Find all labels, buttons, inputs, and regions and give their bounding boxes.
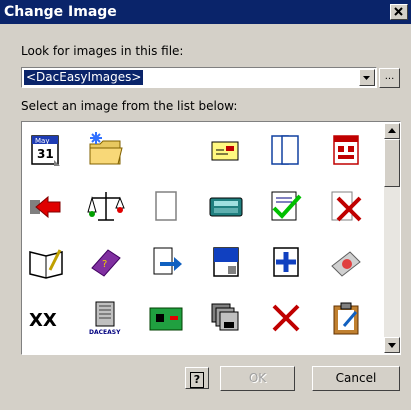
xx-text-icon[interactable]: XX [26,298,66,338]
ok-label: OK [248,371,267,385]
chevron-down-icon [363,76,370,80]
image-list[interactable]: May 31 ? XX DACEASY [21,121,401,355]
source-label: Look for images in this file: [21,44,184,58]
image-file-dropdown[interactable]: <DacEasyImages> [21,67,377,88]
blank-page-icon[interactable] [146,186,186,226]
empty-slot [146,130,186,170]
ok-button[interactable]: OK [220,366,295,391]
close-button[interactable] [390,4,408,20]
dropdown-arrow-button[interactable] [359,69,375,86]
help-icon: ? [190,372,204,388]
browse-button[interactable]: ... [379,68,400,88]
scroll-up-button[interactable] [384,123,400,139]
pages-icon[interactable] [266,130,306,170]
book-purple-icon[interactable]: ? [86,242,126,282]
browse-label: ... [384,71,395,82]
stamp-icon[interactable] [326,242,366,282]
window-title: Change Image [4,4,117,20]
cancel-doc-icon[interactable] [326,186,366,226]
calendar-day: 31 [37,147,54,161]
close-icon [394,7,403,16]
svg-text:?: ? [102,259,107,270]
chevron-down-icon [388,343,396,348]
image-file-value: <DacEasyImages> [24,70,144,85]
checkmark-doc-icon[interactable] [266,186,306,226]
open-book-icon[interactable] [26,242,66,282]
red-x-icon[interactable] [266,298,306,338]
arrow-red-icon[interactable] [26,186,66,226]
calendar-red-icon[interactable] [326,130,366,170]
scales-icon[interactable] [86,186,126,226]
calendar-icon[interactable]: May 31 [26,130,66,170]
scroll-down-button[interactable] [384,337,400,353]
doc-blue-icon[interactable] [206,242,246,282]
keyboard-icon[interactable] [206,186,246,226]
image-grid: May 31 ? XX DACEASY [22,122,382,354]
list-label: Select an image from the list below: [21,99,238,113]
vertical-scrollbar[interactable] [384,123,400,353]
stacked-disks-icon[interactable] [206,298,246,338]
cancel-button[interactable]: Cancel [312,366,400,391]
chevron-up-icon [388,128,396,133]
folder-icon[interactable] [86,130,126,170]
scroll-thumb[interactable] [384,139,400,187]
dac-text: DACEASY [89,329,121,336]
calendar-month: May [35,137,49,145]
cancel-label: Cancel [335,371,377,385]
doc-arrow-icon[interactable] [146,242,186,282]
dac-building-icon[interactable]: DACEASY [86,298,126,338]
help-button[interactable]: ? [185,367,209,389]
title-bar: Change Image [0,0,411,24]
xx-text: XX [29,310,57,331]
doc-plus-icon[interactable] [266,242,306,282]
clipboard-icon[interactable] [326,298,366,338]
circuit-icon[interactable] [146,298,186,338]
envelope-icon[interactable] [206,130,246,170]
